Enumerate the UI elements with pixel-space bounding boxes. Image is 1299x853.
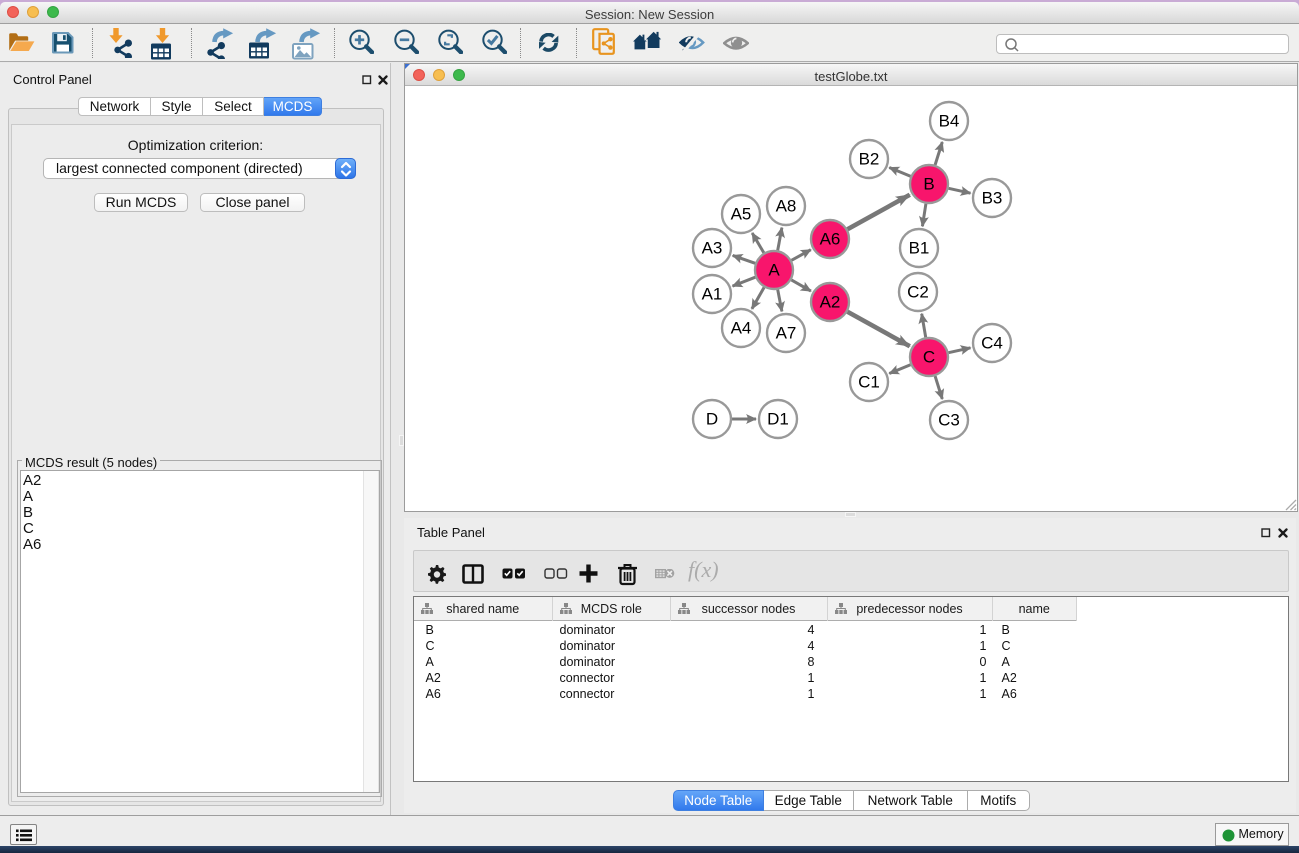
- svg-text:C: C: [922, 347, 934, 366]
- svg-text:B2: B2: [858, 149, 879, 168]
- svg-text:D: D: [705, 409, 717, 428]
- svg-text:B4: B4: [938, 111, 959, 130]
- svg-text:A1: A1: [701, 284, 722, 303]
- svg-text:B1: B1: [908, 238, 929, 257]
- svg-text:A4: A4: [730, 318, 751, 337]
- svg-text:A7: A7: [775, 323, 796, 342]
- svg-text:B3: B3: [981, 188, 1002, 207]
- svg-text:B: B: [923, 174, 934, 193]
- svg-text:A6: A6: [819, 229, 840, 248]
- svg-text:C3: C3: [938, 410, 960, 429]
- svg-text:D1: D1: [767, 409, 789, 428]
- svg-text:C2: C2: [907, 282, 929, 301]
- svg-text:f(x): f(x): [688, 559, 719, 582]
- svg-text:C4: C4: [981, 333, 1003, 352]
- svg-text:C1: C1: [858, 372, 880, 391]
- svg-text:A2: A2: [819, 292, 840, 311]
- svg-text:A5: A5: [730, 204, 751, 223]
- svg-text:A8: A8: [775, 196, 796, 215]
- svg-text:A3: A3: [701, 238, 722, 257]
- svg-text:A: A: [768, 260, 780, 279]
